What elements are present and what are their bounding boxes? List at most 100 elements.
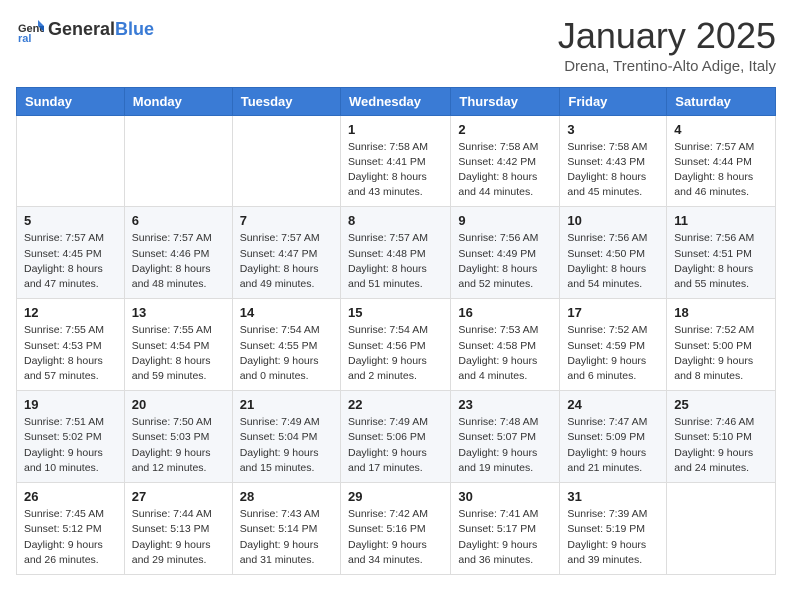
calendar-cell: 2Sunrise: 7:58 AMSunset: 4:42 PMDaylight… [451, 115, 560, 207]
calendar-cell: 13 Sunrise: 7:55 AMSunset: 4:54 PMDayligh… [124, 299, 232, 391]
calendar-cell: 16 Sunrise: 7:53 AMSunset: 4:58 PMDayligh… [451, 299, 560, 391]
day-info: Sunrise: 7:56 AMSunset: 4:50 PMDaylight:… [567, 231, 659, 292]
calendar-cell: 7Sunrise: 7:57 AMSunset: 4:47 PMDaylight… [232, 207, 340, 299]
day-info: Sunrise: 7:45 AMSunset: 5:12 PMDaylight:… [24, 507, 117, 568]
calendar-cell [232, 115, 340, 207]
day-number: 3 [567, 122, 659, 137]
day-number: 14 [240, 305, 333, 320]
day-info: Sunrise: 7:57 AMSunset: 4:46 PMDaylight:… [132, 231, 225, 292]
calendar-cell: 1Sunrise: 7:58 AMSunset: 4:41 PMDaylight… [340, 115, 450, 207]
day-info: Sunrise: 7:55 AMSunset: 4:54 PMDaylight:… [132, 323, 225, 384]
day-number: 16 [458, 305, 552, 320]
weekday-header: Tuesday [232, 87, 340, 115]
calendar-cell: 15 Sunrise: 7:54 AMSunset: 4:56 PMDayligh… [340, 299, 450, 391]
day-number: 2 [458, 122, 552, 137]
day-number: 24 [567, 397, 659, 412]
svg-text:ral: ral [18, 33, 31, 44]
calendar-cell: 21 Sunrise: 7:49 AMSunset: 5:04 PMDayligh… [232, 391, 340, 483]
calendar-table: SundayMondayTuesdayWednesdayThursdayFrid… [16, 87, 776, 575]
weekday-header: Monday [124, 87, 232, 115]
calendar-cell: 27Sunrise: 7:44 AMSunset: 5:13 PMDayligh… [124, 483, 232, 575]
calendar-cell: 5 Sunrise: 7:57 AMSunset: 4:45 PMDaylight… [17, 207, 125, 299]
day-number: 5 [24, 213, 117, 228]
day-info: Sunrise: 7:42 AMSunset: 5:16 PMDaylight:… [348, 507, 443, 568]
day-number: 9 [458, 213, 552, 228]
calendar-cell: 12 Sunrise: 7:55 AMSunset: 4:53 PMDayligh… [17, 299, 125, 391]
day-info: Sunrise: 7:43 AMSunset: 5:14 PMDaylight:… [240, 507, 333, 568]
day-number: 7 [240, 213, 333, 228]
day-info: Sunrise: 7:57 AMSunset: 4:45 PMDaylight:… [24, 231, 117, 292]
day-number: 6 [132, 213, 225, 228]
day-info: Sunrise: 7:51 AMSunset: 5:02 PMDaylight:… [24, 415, 117, 476]
day-number: 15 [348, 305, 443, 320]
calendar-week-row: 19 Sunrise: 7:51 AMSunset: 5:02 PMDayligh… [17, 391, 776, 483]
logo-icon: Gene ral [16, 16, 44, 44]
calendar-cell [17, 115, 125, 207]
day-info: Sunrise: 7:52 AMSunset: 4:59 PMDaylight:… [567, 323, 659, 384]
day-info: Sunrise: 7:54 AMSunset: 4:56 PMDaylight:… [348, 323, 443, 384]
calendar-cell: 26Sunrise: 7:45 AMSunset: 5:12 PMDayligh… [17, 483, 125, 575]
day-info: Sunrise: 7:53 AMSunset: 4:58 PMDaylight:… [458, 323, 552, 384]
day-number: 20 [132, 397, 225, 412]
day-info: Sunrise: 7:54 AMSunset: 4:55 PMDaylight:… [240, 323, 333, 384]
calendar-cell: 20Sunrise: 7:50 AMSunset: 5:03 PMDayligh… [124, 391, 232, 483]
day-info: Sunrise: 7:57 AMSunset: 4:48 PMDaylight:… [348, 231, 443, 292]
day-number: 25 [674, 397, 768, 412]
day-number: 17 [567, 305, 659, 320]
day-info: Sunrise: 7:49 AMSunset: 5:04 PMDaylight:… [240, 415, 333, 476]
calendar-cell: 24 Sunrise: 7:47 AMSunset: 5:09 PMDayligh… [560, 391, 667, 483]
calendar-cell: 22 Sunrise: 7:49 AMSunset: 5:06 PMDayligh… [340, 391, 450, 483]
weekday-header: Sunday [17, 87, 125, 115]
day-number: 4 [674, 122, 768, 137]
day-info: Sunrise: 7:56 AMSunset: 4:49 PMDaylight:… [458, 231, 552, 292]
calendar-cell: 8 Sunrise: 7:57 AMSunset: 4:48 PMDaylight… [340, 207, 450, 299]
calendar-cell: 11 Sunrise: 7:56 AMSunset: 4:51 PMDayligh… [667, 207, 776, 299]
calendar-week-row: 1Sunrise: 7:58 AMSunset: 4:41 PMDaylight… [17, 115, 776, 207]
calendar-cell: 28 Sunrise: 7:43 AMSunset: 5:14 PMDayligh… [232, 483, 340, 575]
day-info: Sunrise: 7:46 AMSunset: 5:10 PMDaylight:… [674, 415, 768, 476]
day-number: 1 [348, 122, 443, 137]
weekday-header: Wednesday [340, 87, 450, 115]
day-number: 13 [132, 305, 225, 320]
calendar-cell: 6 Sunrise: 7:57 AMSunset: 4:46 PMDaylight… [124, 207, 232, 299]
day-number: 22 [348, 397, 443, 412]
weekday-header: Thursday [451, 87, 560, 115]
page-header: Gene ral GeneralBlue January 2025 Drena,… [16, 16, 776, 75]
day-number: 21 [240, 397, 333, 412]
day-number: 10 [567, 213, 659, 228]
day-info: Sunrise: 7:58 AMSunset: 4:43 PMDaylight:… [567, 140, 659, 201]
day-number: 27 [132, 489, 225, 504]
weekday-header: Friday [560, 87, 667, 115]
calendar-cell: 17 Sunrise: 7:52 AMSunset: 4:59 PMDayligh… [560, 299, 667, 391]
calendar-cell [667, 483, 776, 575]
day-number: 28 [240, 489, 333, 504]
day-number: 12 [24, 305, 117, 320]
day-info: Sunrise: 7:55 AMSunset: 4:53 PMDaylight:… [24, 323, 117, 384]
weekday-header-row: SundayMondayTuesdayWednesdayThursdayFrid… [17, 87, 776, 115]
logo-blue-text: Blue [115, 19, 154, 39]
calendar-week-row: 5 Sunrise: 7:57 AMSunset: 4:45 PMDaylight… [17, 207, 776, 299]
logo: Gene ral GeneralBlue [16, 16, 154, 44]
logo-general-text: General [48, 19, 115, 39]
weekday-header: Saturday [667, 87, 776, 115]
day-info: Sunrise: 7:48 AMSunset: 5:07 PMDaylight:… [458, 415, 552, 476]
day-number: 18 [674, 305, 768, 320]
calendar-cell: 31Sunrise: 7:39 AMSunset: 5:19 PMDayligh… [560, 483, 667, 575]
calendar-cell: 14 Sunrise: 7:54 AMSunset: 4:55 PMDayligh… [232, 299, 340, 391]
day-number: 8 [348, 213, 443, 228]
day-number: 30 [458, 489, 552, 504]
calendar-cell: 29Sunrise: 7:42 AMSunset: 5:16 PMDayligh… [340, 483, 450, 575]
day-info: Sunrise: 7:47 AMSunset: 5:09 PMDaylight:… [567, 415, 659, 476]
calendar-cell: 9 Sunrise: 7:56 AMSunset: 4:49 PMDaylight… [451, 207, 560, 299]
day-info: Sunrise: 7:56 AMSunset: 4:51 PMDaylight:… [674, 231, 768, 292]
location-subtitle: Drena, Trentino-Alto Adige, Italy [558, 58, 776, 75]
calendar-cell: 3 Sunrise: 7:58 AMSunset: 4:43 PMDaylight… [560, 115, 667, 207]
day-number: 19 [24, 397, 117, 412]
calendar-cell: 23Sunrise: 7:48 AMSunset: 5:07 PMDayligh… [451, 391, 560, 483]
calendar-cell: 19 Sunrise: 7:51 AMSunset: 5:02 PMDayligh… [17, 391, 125, 483]
day-info: Sunrise: 7:49 AMSunset: 5:06 PMDaylight:… [348, 415, 443, 476]
calendar-cell [124, 115, 232, 207]
day-number: 11 [674, 213, 768, 228]
calendar-cell: 25 Sunrise: 7:46 AMSunset: 5:10 PMDayligh… [667, 391, 776, 483]
month-title: January 2025 [558, 16, 776, 56]
